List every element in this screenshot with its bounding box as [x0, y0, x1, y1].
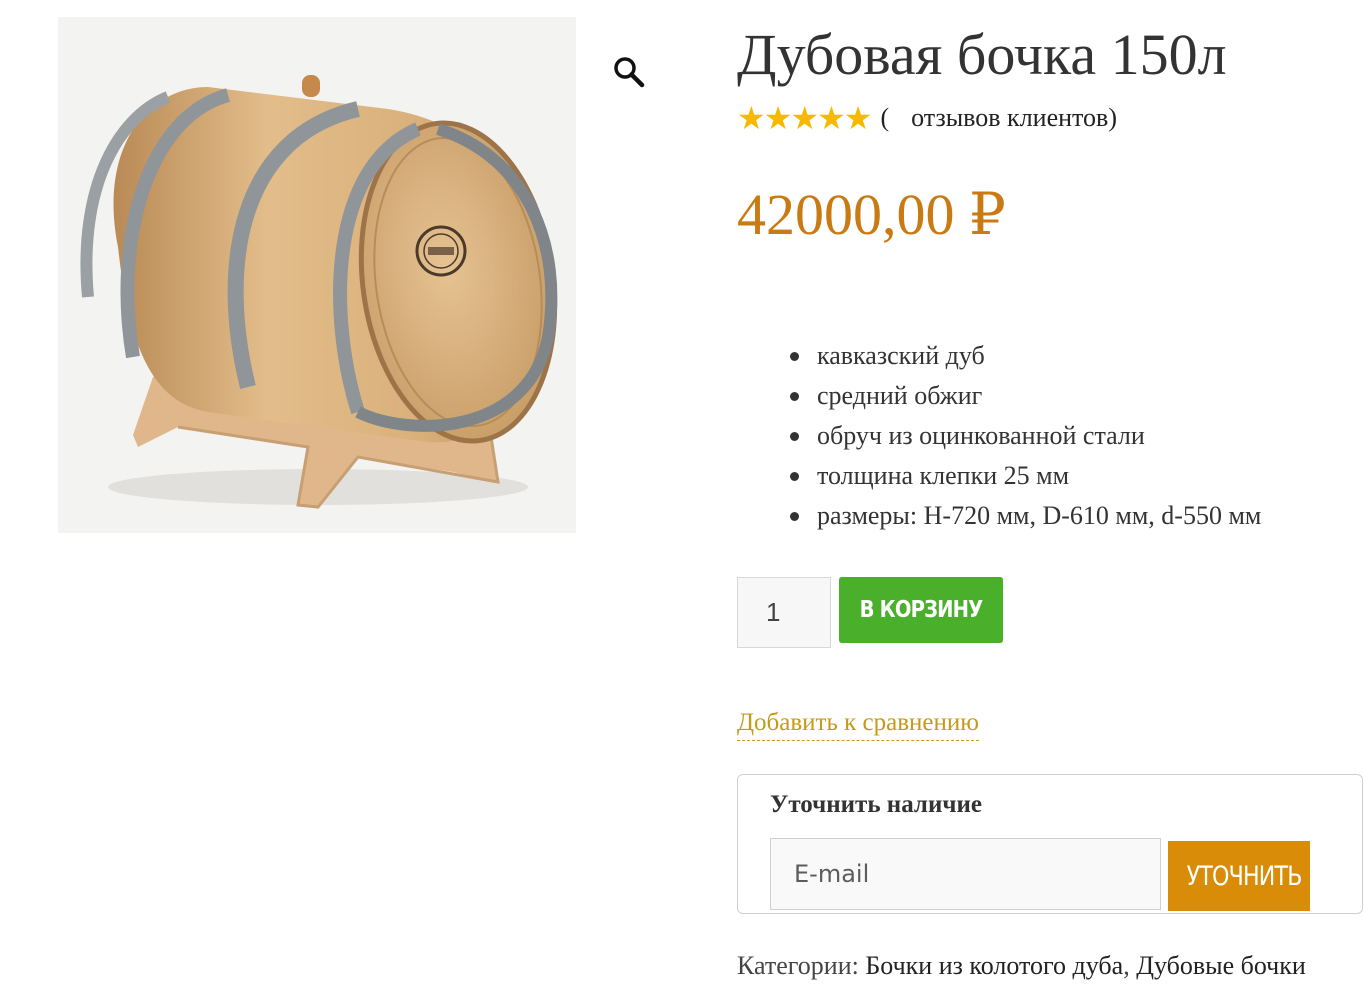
rating-close-paren: ): [1108, 103, 1118, 132]
product-categories: Категории: Бочки из колотого дуба, Дубов…: [737, 950, 1306, 982]
product-image[interactable]: [58, 17, 576, 533]
email-field[interactable]: [770, 838, 1161, 910]
rating-open-paren: (: [880, 103, 890, 132]
category-link[interactable]: Бочки из колотого дуба: [865, 951, 1123, 980]
add-to-cart-button[interactable]: В КОРЗИНУ: [839, 577, 1004, 643]
add-to-compare-link[interactable]: Добавить к сравнению: [737, 708, 979, 741]
availability-title: Уточнить наличие: [770, 791, 982, 818]
star-icon: ★: [790, 100, 819, 136]
quantity-input[interactable]: [737, 577, 831, 648]
category-link[interactable]: Дубовые бочки: [1136, 951, 1306, 980]
product-price: 42000,00 ₽: [737, 182, 1006, 247]
availability-form: Уточнить наличие УТОЧНИТЬ: [737, 774, 1363, 914]
feature-item: толщина клепки 25 мм: [790, 456, 1261, 496]
check-availability-label: УТОЧНИТЬ: [1186, 860, 1303, 892]
rating-stars: ★ ★ ★ ★ ★: [737, 100, 873, 136]
star-icon: ★: [817, 100, 846, 136]
feature-list: кавказский дуб средний обжиг обруч из оц…: [790, 336, 1261, 536]
star-icon: ★: [763, 100, 793, 136]
feature-item: обруч из оцинкованной стали: [790, 416, 1261, 456]
product-rating: ★ ★ ★ ★ ★ ( отзывов клиентов ): [737, 102, 1117, 134]
category-separator: ,: [1123, 951, 1137, 980]
feature-item: размеры: H-720 мм, D-610 мм, d-550 мм: [790, 496, 1261, 536]
check-availability-button[interactable]: УТОЧНИТЬ: [1168, 841, 1310, 911]
feature-item: средний обжиг: [790, 376, 1261, 416]
categories-label: Категории:: [737, 951, 859, 980]
feature-item: кавказский дуб: [790, 336, 1261, 376]
zoom-icon[interactable]: [612, 55, 646, 89]
product-title: Дубовая бочка 150л: [737, 22, 1227, 87]
star-icon: ★: [737, 100, 766, 136]
reviews-link[interactable]: отзывов клиентов: [911, 103, 1108, 133]
star-icon: ★: [843, 100, 873, 136]
